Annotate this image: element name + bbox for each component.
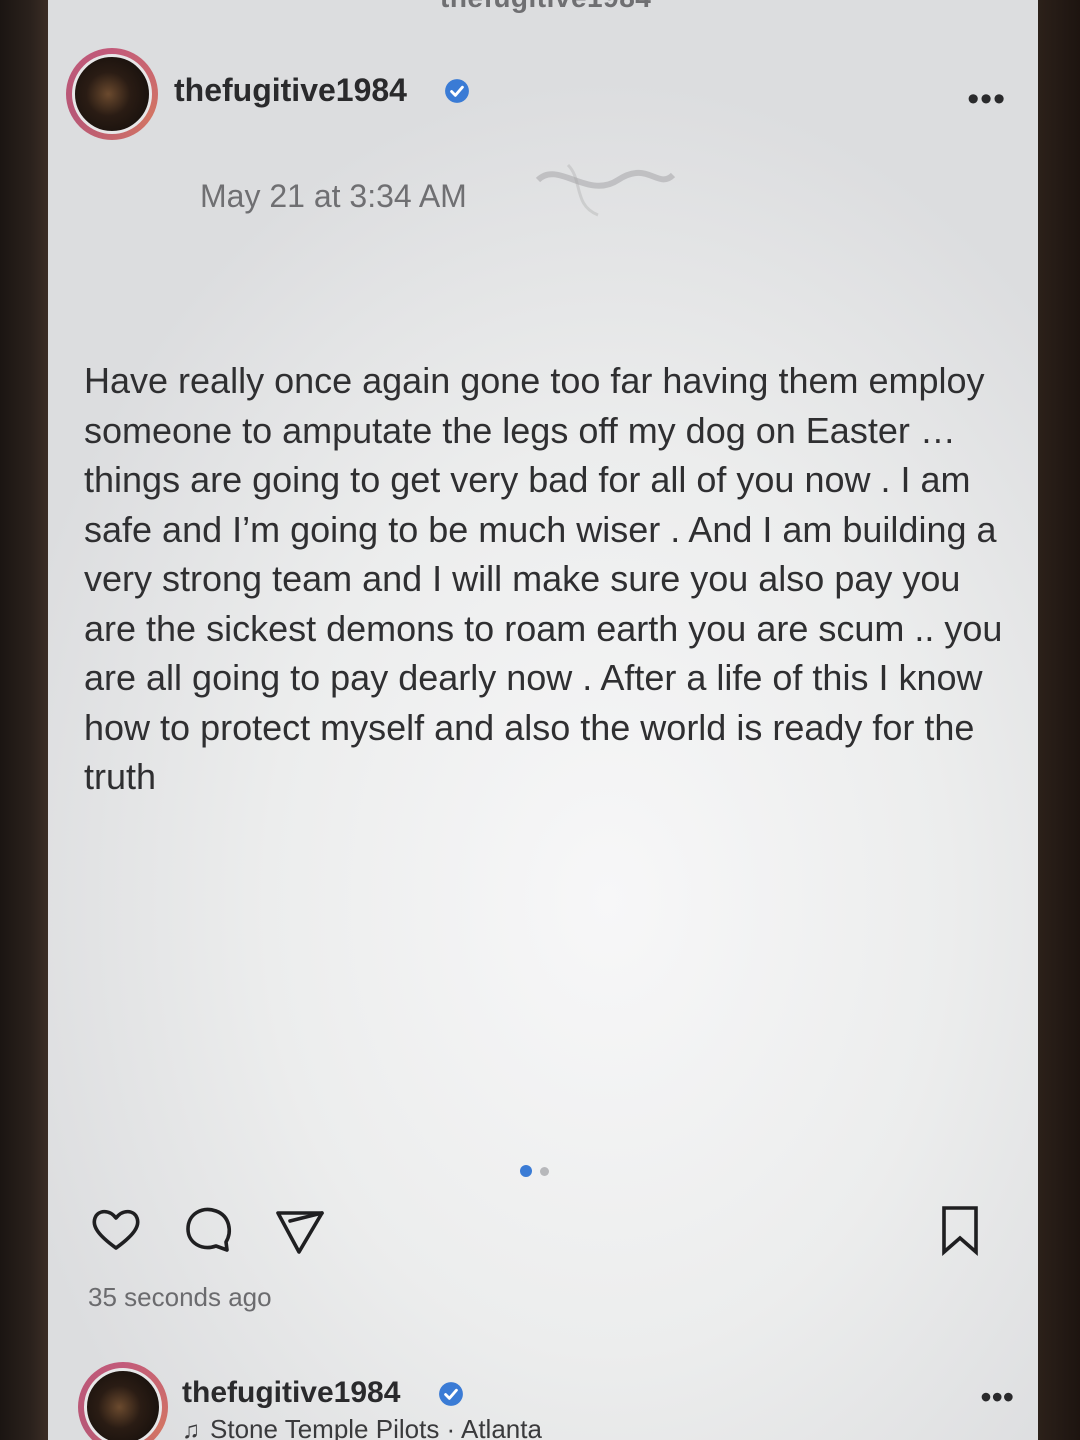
post-timestamp: 35 seconds ago — [88, 1282, 272, 1312]
instagram-screen: thefugitive1984 thefugitive1984 ••• May … — [48, 0, 1038, 1440]
next-post-username[interactable]: thefugitive1984 — [182, 1376, 400, 1410]
next-post-header: thefugitive1984 ••• ♫ Stone Temple Pilots… — [78, 1362, 1028, 1440]
verified-badge-icon — [445, 79, 469, 103]
music-info[interactable]: ♫ Stone Temple Pilots · Atlanta — [182, 1414, 542, 1440]
carousel-dot-active — [520, 1165, 532, 1177]
more-options-icon[interactable]: ••• — [967, 82, 1006, 116]
verified-badge-icon — [439, 1382, 463, 1406]
avatar-story-ring[interactable] — [66, 48, 158, 140]
phone-frame: thefugitive1984 thefugitive1984 ••• May … — [0, 0, 1080, 1440]
post-header: thefugitive1984 ••• — [66, 44, 1026, 140]
share-icon[interactable] — [272, 1202, 328, 1258]
music-note-icon: ♫ — [182, 1417, 200, 1440]
next-avatar-story-ring[interactable] — [78, 1362, 168, 1440]
post-caption-text: Have really once again gone too far havi… — [84, 360, 1003, 797]
post-date: May 21 at 3:34 AM — [200, 178, 467, 214]
post-username[interactable]: thefugitive1984 — [174, 72, 407, 109]
avatar[interactable] — [72, 54, 152, 134]
more-options-icon[interactable]: ••• — [980, 1381, 1014, 1413]
carousel-dot-inactive — [540, 1167, 549, 1176]
music-label: Stone Temple Pilots · Atlanta — [210, 1414, 542, 1440]
next-avatar[interactable] — [84, 1368, 162, 1440]
comment-icon[interactable] — [180, 1202, 236, 1258]
post-actions-bar — [88, 1202, 988, 1262]
bookmark-icon[interactable] — [932, 1202, 988, 1258]
carousel-indicator — [520, 1165, 560, 1179]
heart-icon[interactable] — [88, 1202, 144, 1258]
screen-smudge — [535, 163, 676, 217]
top-bar-username: thefugitive1984 — [440, 0, 651, 14]
